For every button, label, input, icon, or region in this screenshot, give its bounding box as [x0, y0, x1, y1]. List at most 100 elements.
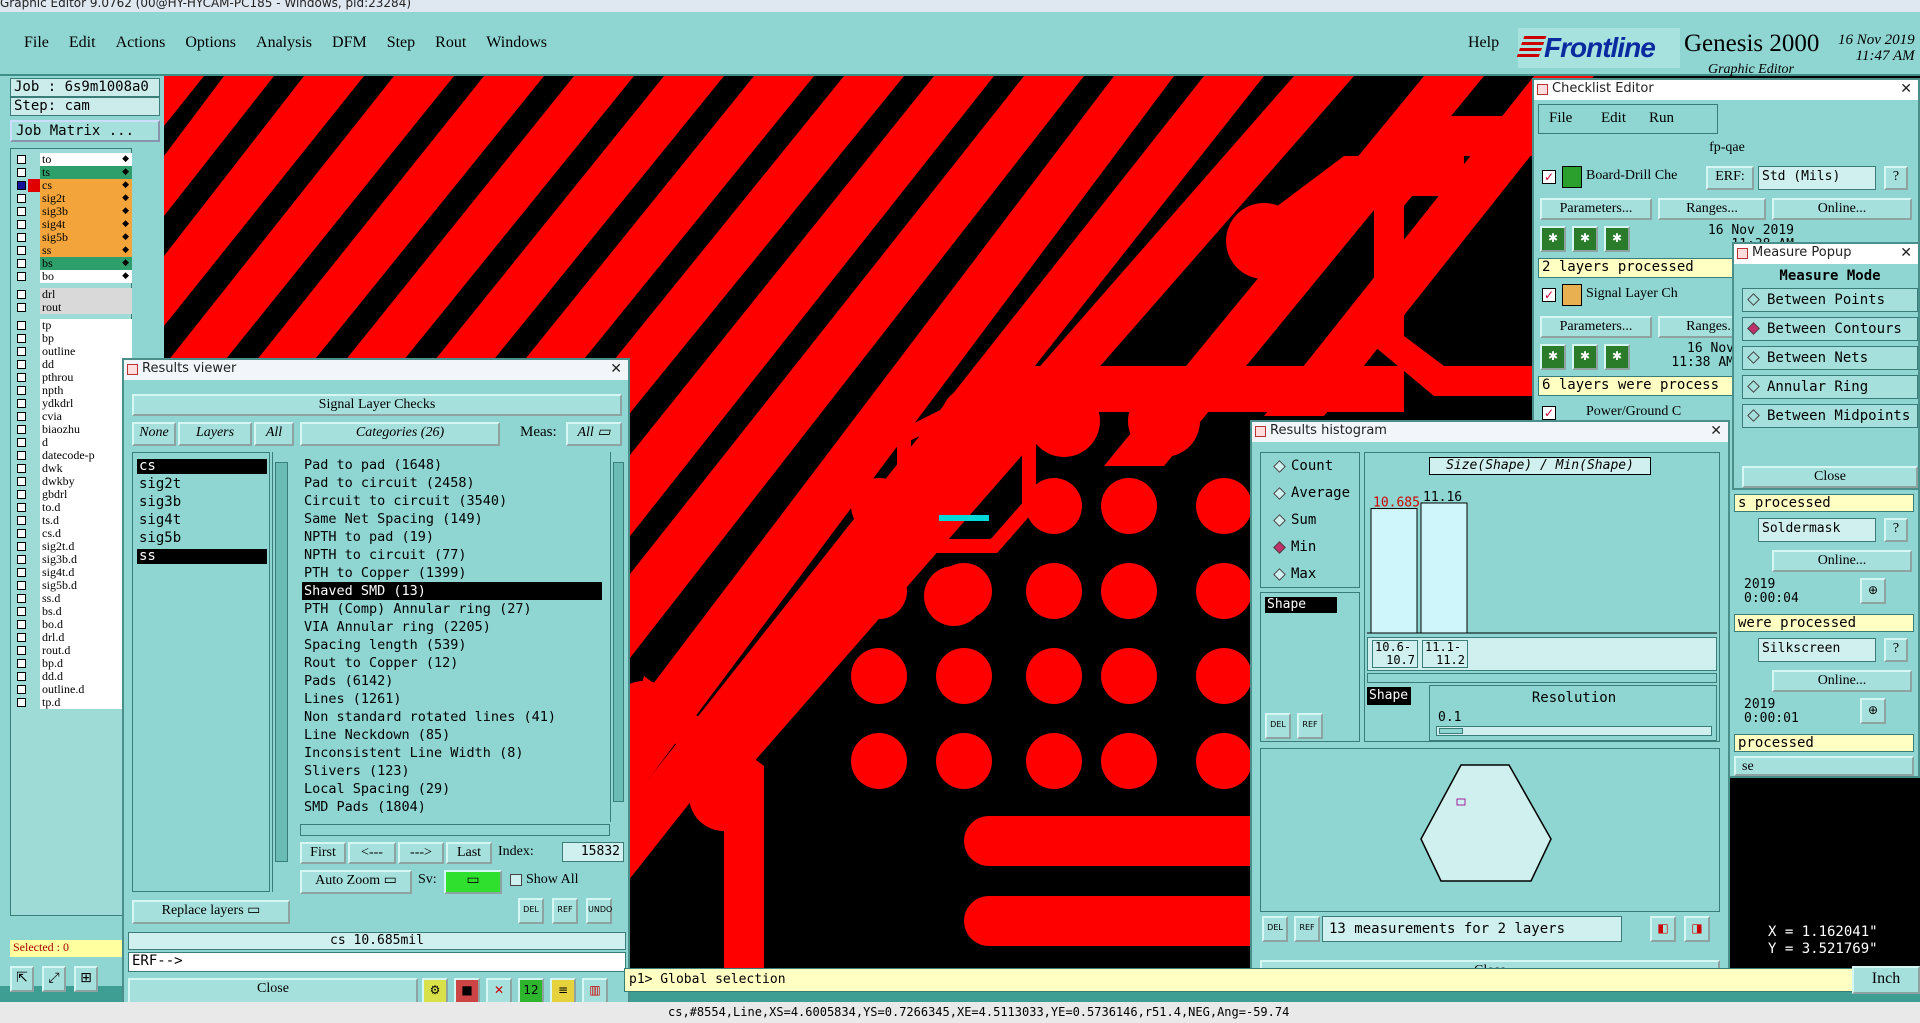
layer-checkbox[interactable] [17, 529, 26, 538]
resolution-slider[interactable] [1436, 726, 1712, 736]
erf-field[interactable]: Silkscreen [1758, 638, 1876, 662]
category-item[interactable]: Slivers (123) [302, 762, 602, 780]
auto-zoom-dropdown[interactable]: Auto Zoom ▭ [300, 870, 412, 894]
result-layer-item[interactable]: sig4t [137, 513, 267, 528]
grid-icon[interactable]: ⊞ [74, 966, 98, 992]
layer-row-bo.d[interactable]: bo.d [13, 618, 132, 631]
layer-row-bs.d[interactable]: bs.d [13, 605, 132, 618]
close-icon[interactable]: ✕ [1710, 422, 1722, 440]
layer-checkbox[interactable] [17, 259, 26, 268]
erf-field[interactable]: Soldermask [1758, 518, 1876, 542]
zoom-icon[interactable]: ⊕ [1860, 578, 1886, 604]
layer-checkbox[interactable] [17, 607, 26, 616]
help-button[interactable]: ? [1884, 166, 1908, 190]
del-button[interactable]: DEL [1265, 713, 1291, 739]
layer-row-dd[interactable]: dd [13, 358, 132, 371]
layer-checkbox[interactable] [17, 516, 26, 525]
run-icon[interactable]: ✱ [1572, 344, 1598, 370]
category-item[interactable]: PTH (Comp) Annular ring (27) [302, 600, 602, 618]
measure-mode-option[interactable]: Annular Ring [1742, 375, 1918, 399]
report-icon[interactable]: ≡ [550, 978, 576, 1004]
layer-row-sig3b[interactable]: sig3b ◆ [13, 205, 132, 218]
layer-row-sig3b.d[interactable]: sig3b.d [13, 553, 132, 566]
menu-file[interactable]: File [1549, 110, 1572, 127]
job-matrix-button[interactable]: Job Matrix ... [10, 120, 160, 142]
layer-checkbox[interactable] [17, 155, 26, 164]
histogram-mode-option[interactable]: Count [1269, 455, 1359, 479]
menu-dfm[interactable]: DFM [322, 34, 377, 52]
measure-mode-option[interactable]: Between Contours [1742, 317, 1918, 341]
layer-row-to[interactable]: to ◆ [13, 153, 132, 166]
layer-checkbox[interactable] [17, 698, 26, 707]
measure-mode-option[interactable]: Between Nets [1742, 346, 1918, 370]
zoom-icon[interactable]: ⊕ [1860, 698, 1886, 724]
menu-run[interactable]: Run [1649, 110, 1674, 127]
layer-checkbox[interactable] [17, 321, 26, 330]
layer-checkbox[interactable] [17, 568, 26, 577]
layer-row-cvia[interactable]: cvia [13, 410, 132, 423]
layer-row-rout[interactable]: rout [13, 301, 132, 314]
run-icon[interactable]: ✱ [1572, 226, 1598, 252]
item-checkbox[interactable]: ✓ [1542, 288, 1556, 302]
units-button[interactable]: Inch [1852, 966, 1920, 994]
layer-row-dwkby[interactable]: dwkby [13, 475, 132, 488]
histogram-mode-option[interactable]: Sum [1269, 509, 1359, 533]
layer-checkbox[interactable] [17, 360, 26, 369]
category-item[interactable]: Rout to Copper (12) [302, 654, 602, 672]
layer-checkbox[interactable] [17, 194, 26, 203]
layer-checkbox[interactable] [17, 581, 26, 590]
histogram-hscrollbar[interactable] [1367, 673, 1717, 683]
result-layer-item[interactable]: ss [137, 549, 267, 564]
all-button[interactable]: All [254, 422, 294, 446]
layer-checkbox[interactable] [17, 490, 26, 499]
layer-row-sig5b[interactable]: sig5b ◆ [13, 231, 132, 244]
layer-checkbox[interactable] [17, 685, 26, 694]
last-button[interactable]: Last [446, 842, 492, 864]
category-item[interactable]: VIA Annular ring (2205) [302, 618, 602, 636]
layer-row-ss.d[interactable]: ss.d [13, 592, 132, 605]
close-button[interactable]: se [1734, 756, 1914, 776]
layer-row-d[interactable]: d [13, 436, 132, 449]
zoom-icon[interactable]: ⤢ [42, 966, 66, 992]
categories-button[interactable]: Categories (26) [300, 422, 500, 446]
online-button[interactable]: Online... [1772, 198, 1912, 220]
prev-button[interactable]: <--- [348, 842, 396, 864]
ref-button[interactable]: REF [552, 898, 578, 924]
layer-row-bp.d[interactable]: bp.d [13, 657, 132, 670]
number-icon[interactable]: 12 [518, 978, 544, 1004]
measure-mode-option[interactable]: Between Midpoints [1742, 404, 1918, 428]
layer-row-to.d[interactable]: to.d [13, 501, 132, 514]
layer-checkbox[interactable] [17, 290, 26, 299]
result-layer-item[interactable]: sig5b [137, 531, 267, 546]
category-item[interactable]: Spacing length (539) [302, 636, 602, 654]
menu-file[interactable]: File [14, 34, 59, 52]
close-icon[interactable]: ✕ [1900, 244, 1912, 262]
erf-field[interactable]: Std (Mils) [1758, 166, 1876, 190]
layer-row-sig2t.d[interactable]: sig2t.d [13, 540, 132, 553]
layer-row-sig5b.d[interactable]: sig5b.d [13, 579, 132, 592]
del-button[interactable]: DEL [518, 898, 544, 924]
layer-row-ts[interactable]: ts ◆ [13, 166, 132, 179]
close-icon[interactable]: ✕ [1900, 80, 1912, 98]
layer-checkbox[interactable] [17, 168, 26, 177]
run-icon[interactable]: ✱ [1604, 226, 1630, 252]
layer-checkbox[interactable] [17, 425, 26, 434]
layer-checkbox[interactable] [17, 220, 26, 229]
layer-row-cs.d[interactable]: cs.d [13, 527, 132, 540]
layer-checkbox[interactable] [17, 594, 26, 603]
layer-row-bp[interactable]: bp [13, 332, 132, 345]
layer-checkbox[interactable] [17, 659, 26, 668]
layer-checkbox[interactable] [17, 246, 26, 255]
layer-checkbox[interactable] [17, 303, 26, 312]
erf-button[interactable]: ERF: [1706, 166, 1754, 190]
close-icon[interactable]: ✕ [610, 360, 622, 378]
layer-row-tp.d[interactable]: tp.d [13, 696, 132, 709]
layer-row-outline[interactable]: outline [13, 345, 132, 358]
sv-color-dropdown[interactable]: ▭ [444, 870, 502, 894]
category-item[interactable]: PTH to Copper (1399) [302, 564, 602, 582]
menu-help[interactable]: Help [1468, 34, 1499, 52]
layer-row-biaozhu[interactable]: biaozhu [13, 423, 132, 436]
ref-button[interactable]: REF [1294, 916, 1320, 942]
layer-row-dwk[interactable]: dwk [13, 462, 132, 475]
layer-row-dd.d[interactable]: dd.d [13, 670, 132, 683]
